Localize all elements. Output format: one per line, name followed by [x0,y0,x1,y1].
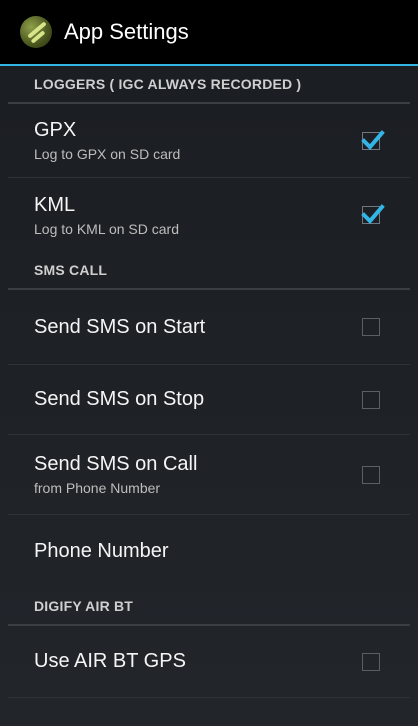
pref-phone-number[interactable]: Phone Number [8,515,410,588]
pref-use-air-bt-gps-title: Use AIR BT GPS [34,650,186,672]
pref-send-sms-stop-title: Send SMS on Stop [34,388,205,410]
action-bar: App Settings [0,0,418,66]
pref-gpx-summary: Log to GPX on SD card [34,146,181,162]
pref-kml-summary: Log to KML on SD card [34,220,180,237]
checkmark-icon [361,129,385,150]
kml-checkbox[interactable] [361,204,385,224]
app-logo-icon[interactable] [20,16,52,48]
pref-phone-number-title: Phone Number [34,540,169,562]
pref-gpx-title: GPX [34,119,77,141]
pref-send-sms-start[interactable]: Send SMS on Start [8,290,410,365]
pref-send-sms-call[interactable]: Send SMS on Call from Phone Number [8,435,410,515]
section-header-digify-air-bt: DIGIFY AIR BT [8,588,410,626]
section-header-loggers: LOGGERS ( IGC ALWAYS RECORDED ) [8,66,410,104]
send-sms-stop-checkbox[interactable] [362,390,380,409]
pref-send-sms-call-title: Send SMS on Call [34,453,198,475]
send-sms-start-checkbox[interactable] [362,318,380,336]
pref-use-air-bt-gps[interactable]: Use AIR BT GPS [8,626,410,698]
gpx-checkbox[interactable] [361,129,385,150]
page-title: App Settings [64,19,189,44]
checkmark-icon [361,204,385,224]
pref-kml[interactable]: KML Log to KML on SD card [8,178,410,252]
section-header-sms-call: SMS CALL [8,252,410,290]
pref-send-sms-start-title: Send SMS on Start [34,315,206,338]
pref-send-sms-stop[interactable]: Send SMS on Stop [8,365,410,435]
send-sms-call-checkbox[interactable] [362,465,380,484]
pref-gpx[interactable]: GPX Log to GPX on SD card [8,104,410,178]
pref-kml-title: KML [34,193,76,216]
pref-send-sms-call-summary: from Phone Number [34,480,161,496]
use-air-bt-gps-checkbox[interactable] [362,652,380,671]
